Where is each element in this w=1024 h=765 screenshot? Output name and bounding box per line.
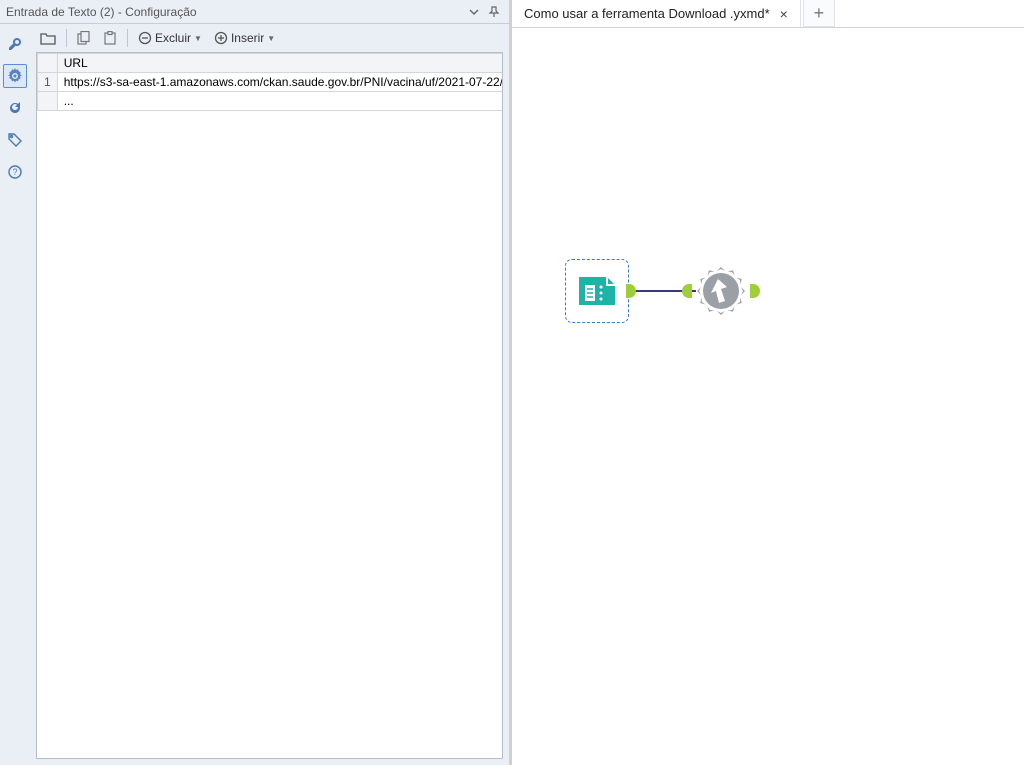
toolbar-separator [127, 29, 128, 47]
delete-label: Excluir [155, 31, 191, 45]
pin-icon[interactable] [485, 3, 503, 21]
panel-title: Entrada de Texto (2) - Configuração [6, 5, 463, 19]
open-button[interactable] [36, 27, 60, 49]
grid-rownum[interactable]: 1 [38, 73, 58, 92]
text-input-tool[interactable] [568, 262, 626, 320]
tab-bar: Como usar a ferramenta Download .yxmd* ×… [512, 0, 1024, 28]
data-grid[interactable]: URL 1 https://s3-sa-east-1.amazonaws.com… [36, 52, 503, 759]
tab-label: Como usar a ferramenta Download .yxmd* [524, 6, 770, 21]
input-port[interactable] [682, 284, 692, 298]
insert-label: Inserir [231, 31, 264, 45]
grid-header-cell[interactable]: URL [57, 54, 503, 73]
workflow-panel: Como usar a ferramenta Download .yxmd* ×… [512, 0, 1024, 765]
wrench-icon[interactable] [3, 32, 27, 56]
close-icon[interactable]: × [780, 6, 788, 22]
collapse-icon[interactable] [465, 3, 483, 21]
refresh-icon[interactable] [3, 96, 27, 120]
grid-corner [38, 54, 58, 73]
workflow-tab[interactable]: Como usar a ferramenta Download .yxmd* × [512, 0, 801, 27]
output-port[interactable] [750, 284, 760, 298]
grid-header-row: URL [38, 54, 504, 73]
grid-row[interactable]: ... [38, 92, 504, 111]
grid-rownum[interactable] [38, 92, 58, 111]
grid-row[interactable]: 1 https://s3-sa-east-1.amazonaws.com/cka… [38, 73, 504, 92]
tag-icon[interactable] [3, 128, 27, 152]
gear-icon[interactable] [3, 64, 27, 88]
chevron-down-icon: ▼ [194, 34, 202, 43]
svg-text:?: ? [12, 167, 17, 177]
delete-button[interactable]: Excluir ▼ [134, 27, 206, 49]
copy-button[interactable] [73, 27, 95, 49]
side-icon-bar: ? [0, 24, 30, 765]
grid-cell[interactable]: ... [57, 92, 503, 111]
output-port[interactable] [626, 284, 636, 298]
panel-body: ? Excluir ▼ [0, 24, 509, 765]
insert-button[interactable]: Inserir ▼ [210, 27, 279, 49]
help-icon[interactable]: ? [3, 160, 27, 184]
config-area: Excluir ▼ Inserir ▼ URL 1 [30, 24, 509, 765]
toolbar-separator [66, 29, 67, 47]
chevron-down-icon: ▼ [267, 34, 275, 43]
workflow-canvas[interactable] [512, 28, 1024, 765]
panel-header: Entrada de Texto (2) - Configuração [0, 0, 509, 24]
configuration-panel: Entrada de Texto (2) - Configuração ? [0, 0, 512, 765]
download-tool[interactable] [692, 262, 750, 320]
config-toolbar: Excluir ▼ Inserir ▼ [30, 24, 509, 52]
grid-cell[interactable]: https://s3-sa-east-1.amazonaws.com/ckan.… [57, 73, 503, 92]
paste-button[interactable] [99, 27, 121, 49]
add-tab-button[interactable]: + [803, 0, 835, 27]
